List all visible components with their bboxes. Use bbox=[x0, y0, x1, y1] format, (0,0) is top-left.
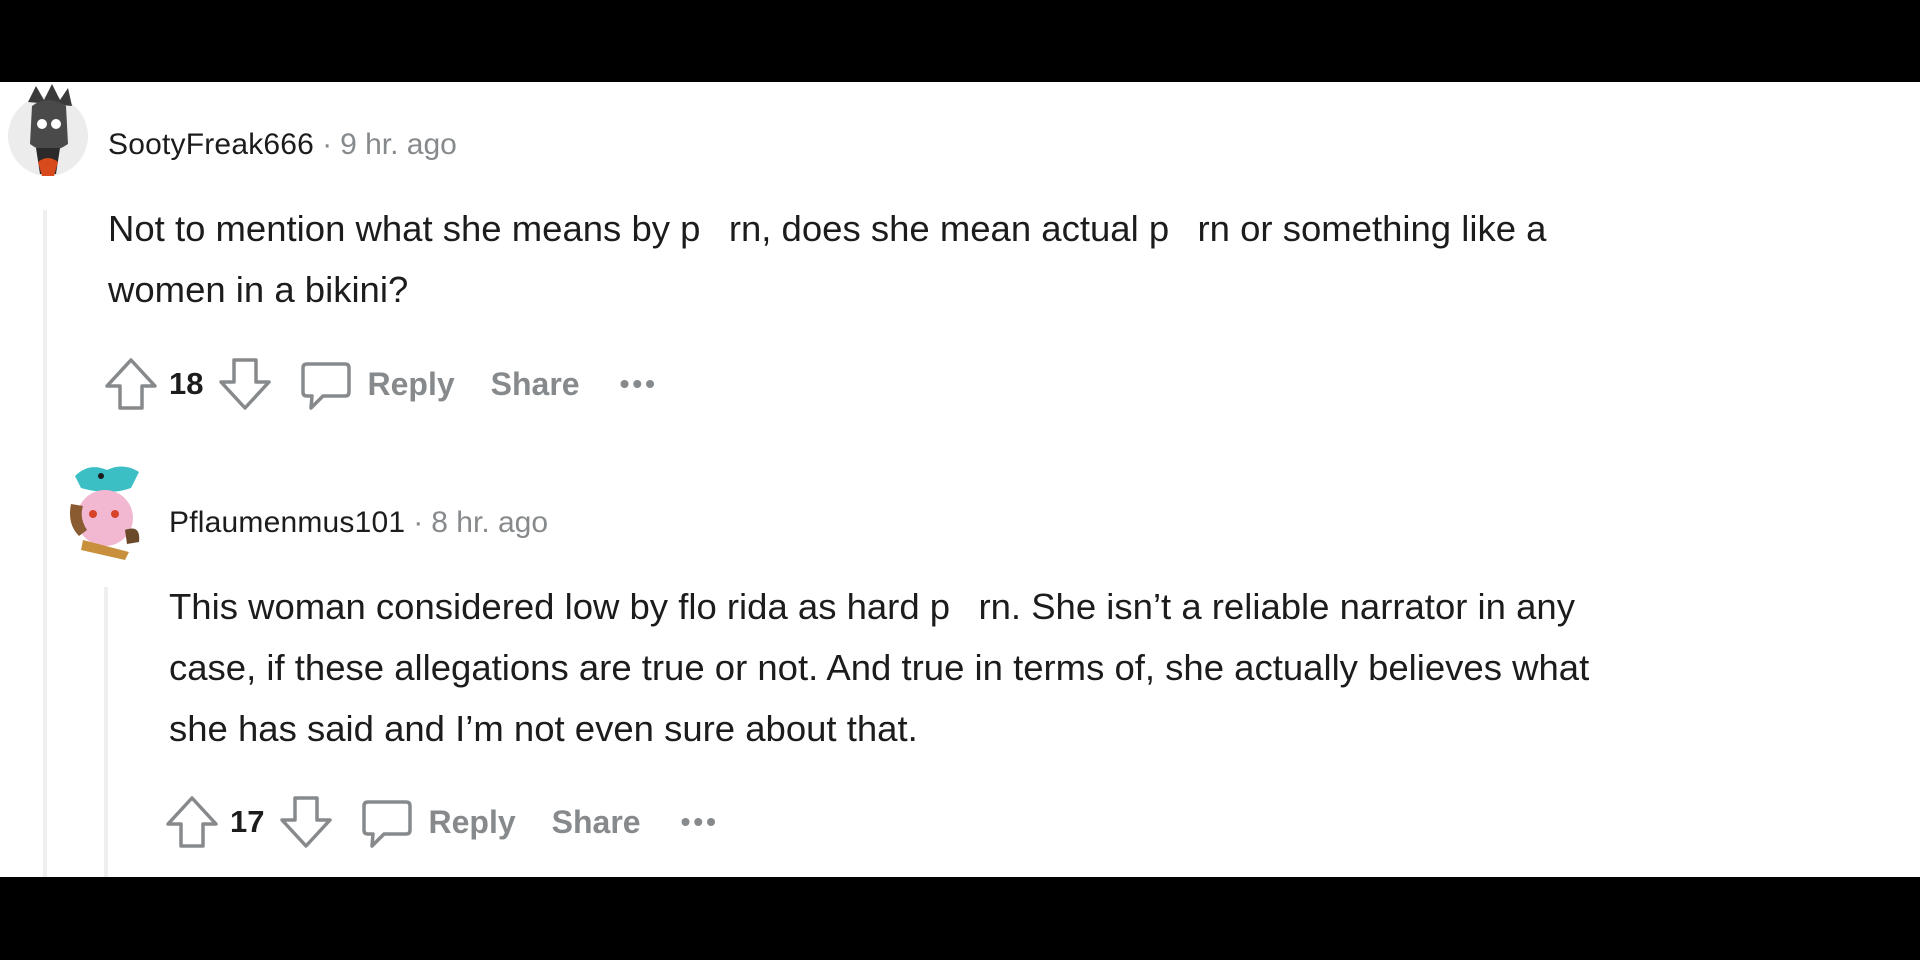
comment-thread: SootyFreak666 · 9 hr. ago Not to mention… bbox=[0, 82, 1920, 877]
comment-body: Not to mention what she means by p rn, d… bbox=[108, 198, 1546, 320]
timestamp[interactable]: 9 hr. ago bbox=[340, 128, 457, 162]
comment-actions: 18 Reply Share ••• bbox=[103, 354, 658, 414]
comment-body: This woman considered low by flo rida as… bbox=[169, 576, 1589, 759]
comment-actions: 17 Reply Share ••• bbox=[164, 792, 719, 852]
reply-button[interactable]: Reply bbox=[367, 366, 454, 403]
vote-count: 17 bbox=[230, 804, 265, 839]
thread-line[interactable] bbox=[104, 587, 108, 877]
downvote-arrow-icon[interactable] bbox=[278, 792, 334, 852]
timestamp[interactable]: 8 hr. ago bbox=[431, 506, 548, 540]
meta-separator: · bbox=[413, 506, 424, 539]
comment-bubble-icon[interactable] bbox=[358, 792, 414, 852]
more-options-button[interactable]: ••• bbox=[620, 368, 658, 400]
reply-button[interactable]: Reply bbox=[428, 804, 515, 841]
more-options-button[interactable]: ••• bbox=[681, 806, 719, 838]
vote-count: 18 bbox=[169, 366, 204, 401]
username[interactable]: Pflaumenmus101 bbox=[169, 506, 405, 540]
meta-separator: · bbox=[322, 128, 333, 161]
avatar[interactable] bbox=[63, 460, 147, 560]
comment-bubble-icon[interactable] bbox=[297, 354, 353, 414]
comment-text-line: case, if these allegations are true or n… bbox=[169, 647, 1590, 688]
comment-text-line: women in a bikini? bbox=[108, 269, 409, 310]
upvote-arrow-icon[interactable] bbox=[103, 354, 159, 414]
comment-meta: Pflaumenmus101 · 8 hr. ago bbox=[169, 506, 548, 540]
comment-text-line: she has said and I’m not even sure about… bbox=[169, 708, 918, 749]
downvote-arrow-icon[interactable] bbox=[217, 354, 273, 414]
username[interactable]: SootyFreak666 bbox=[108, 128, 314, 162]
comment-meta: SootyFreak666 · 9 hr. ago bbox=[108, 128, 457, 162]
thread-line[interactable] bbox=[43, 210, 47, 877]
comment-text-line: This woman considered low by flo rida as… bbox=[169, 586, 1575, 627]
upvote-arrow-icon[interactable] bbox=[164, 792, 220, 852]
share-button[interactable]: Share bbox=[552, 804, 641, 841]
share-button[interactable]: Share bbox=[491, 366, 580, 403]
comment-text-line: Not to mention what she means by p rn, d… bbox=[108, 208, 1547, 249]
avatar[interactable] bbox=[6, 82, 90, 182]
